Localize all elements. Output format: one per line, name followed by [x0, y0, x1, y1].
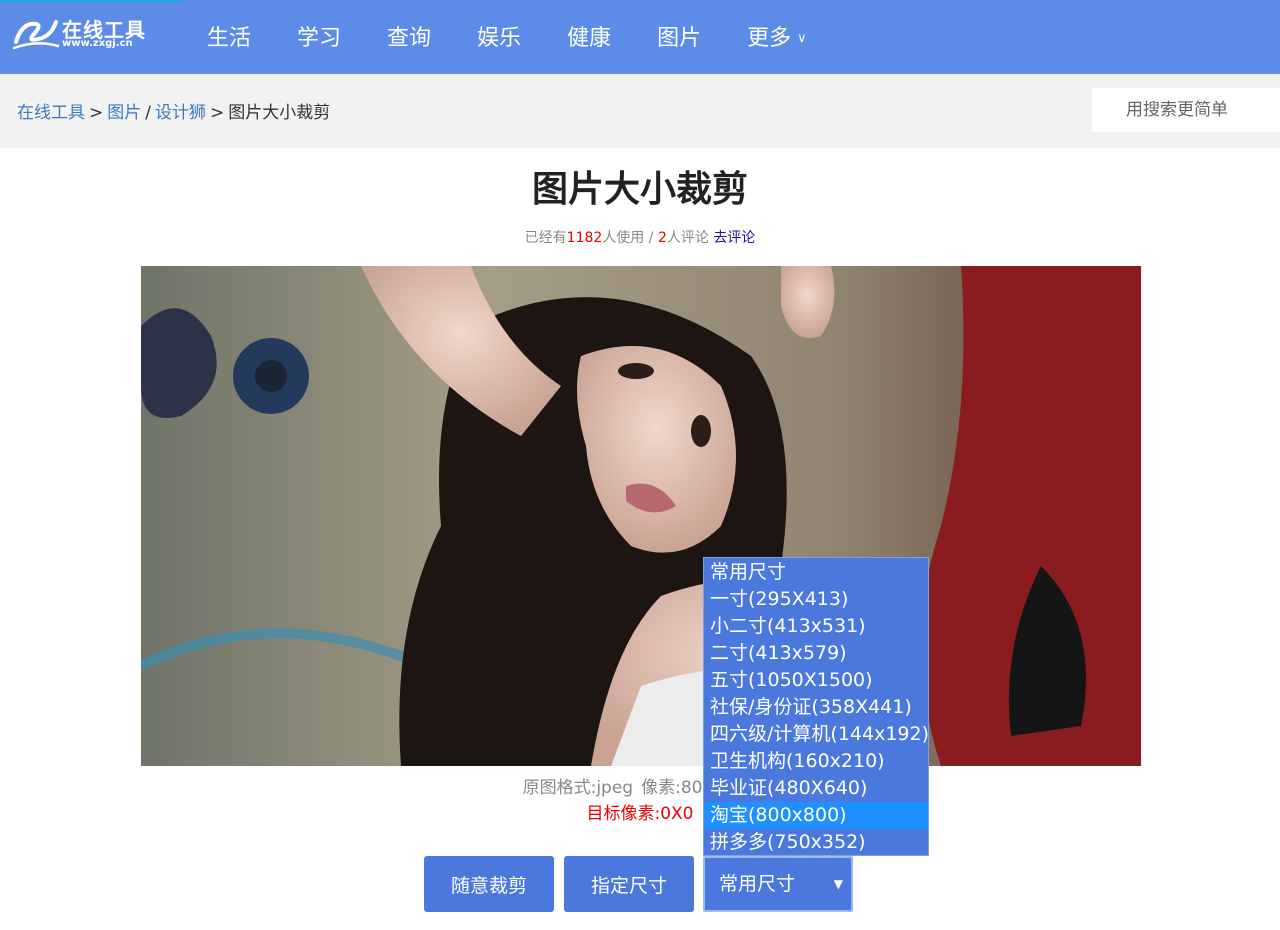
nav-item-query[interactable]: 查询 — [364, 0, 454, 74]
usage-count: 1182 — [566, 230, 603, 246]
common-size-select[interactable]: 常用尺寸 ▼ — [703, 856, 853, 912]
dropdown-option[interactable]: 淘宝(800x800) — [704, 802, 928, 829]
page-title: 图片大小裁剪 — [531, 169, 748, 210]
stats-prefix: 已经有 — [524, 230, 567, 246]
top-accent-line — [0, 0, 182, 3]
select-value: 常用尺寸 — [719, 873, 796, 895]
dropdown-option[interactable]: 一寸(295X413) — [704, 586, 928, 613]
breadcrumb-current: 图片大小裁剪 — [228, 103, 331, 123]
dropdown-option[interactable]: 拼多多(750x352) — [704, 829, 928, 856]
nav-item-health[interactable]: 健康 — [544, 0, 634, 74]
logo-icon — [12, 20, 60, 50]
image-format: 原图格式:jpeg — [522, 778, 634, 798]
target-pixels: 目标像素:0X0 — [586, 804, 694, 824]
breadcrumb-bar: 在线工具 > 图片 / 设计狮 > 图片大小裁剪 — [0, 74, 1280, 148]
photo-image — [141, 266, 1141, 766]
top-navbar: 在线工具 www.zxgj.cn 生活 学习 查询 娱乐 健康 图片 更多 ∨ — [0, 0, 1280, 74]
breadcrumb-designer-link[interactable]: 设计狮 — [155, 103, 206, 123]
search-input[interactable] — [1092, 88, 1280, 132]
fixed-size-button[interactable]: 指定尺寸 — [564, 856, 694, 912]
breadcrumb-home-link[interactable]: 在线工具 — [17, 103, 85, 123]
main-nav: 生活 学习 查询 娱乐 健康 图片 更多 ∨ — [184, 0, 830, 74]
nav-item-more[interactable]: 更多 ∨ — [724, 0, 830, 74]
breadcrumb-separator: / — [145, 103, 151, 123]
uses-suffix: 人使用 / — [602, 230, 654, 246]
breadcrumb-images-link[interactable]: 图片 — [107, 103, 141, 123]
comment-count: 2 — [657, 230, 667, 246]
dropdown-option[interactable]: 四六级/计算机(144x192) — [704, 721, 929, 748]
breadcrumb-separator: > — [89, 103, 104, 123]
comment-link[interactable]: 去评论 — [713, 230, 755, 246]
free-crop-button[interactable]: 随意裁剪 — [424, 856, 554, 912]
dropdown-option[interactable]: 五寸(1050X1500) — [704, 667, 928, 694]
dropdown-option[interactable]: 常用尺寸 — [704, 559, 928, 586]
breadcrumb: 在线工具 > 图片 / 设计狮 > 图片大小裁剪 — [17, 98, 330, 123]
chevron-down-icon: ∨ — [797, 31, 807, 46]
dropdown-option[interactable]: 社保/身份证(358X441) — [704, 694, 928, 721]
nav-item-entertainment[interactable]: 娱乐 — [454, 0, 544, 74]
site-logo[interactable]: 在线工具 www.zxgj.cn — [12, 12, 162, 52]
size-dropdown-list: 常用尺寸 一寸(295X413) 小二寸(413x531) 二寸(413x579… — [703, 557, 929, 856]
dropdown-option[interactable]: 卫生机构(160x210) — [704, 748, 928, 775]
dropdown-option[interactable]: 二寸(413x579) — [704, 640, 928, 667]
dropdown-option[interactable]: 小二寸(413x531) — [704, 613, 928, 640]
nav-more-label: 更多 — [747, 26, 792, 51]
logo-url: www.zxgj.cn — [62, 38, 133, 49]
usage-stats: 已经有1182人使用 / 2人评论 去评论 — [0, 227, 1280, 247]
nav-item-study[interactable]: 学习 — [274, 0, 364, 74]
image-info: 原图格式:jpeg 像素:800X400 — [0, 773, 1280, 798]
image-preview[interactable] — [141, 266, 1141, 766]
dropdown-arrow-icon: ▼ — [833, 877, 843, 891]
comments-suffix: 人评论 — [666, 230, 709, 246]
nav-item-images[interactable]: 图片 — [634, 0, 724, 74]
dropdown-option[interactable]: 毕业证(480X640) — [704, 775, 928, 802]
breadcrumb-separator: > — [209, 103, 225, 123]
nav-item-life[interactable]: 生活 — [184, 0, 274, 74]
